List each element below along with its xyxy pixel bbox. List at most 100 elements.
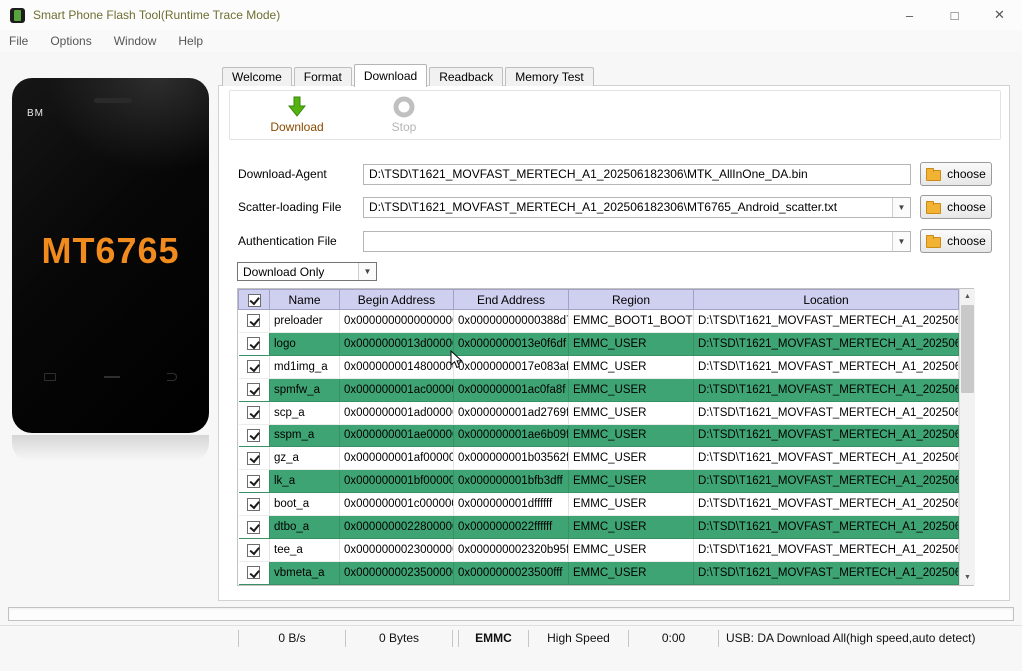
row-checkbox[interactable] [247,314,261,328]
partition-table-body: preloader 0x0000000000000000 0x000000000… [238,309,959,586]
row-checkbox[interactable] [247,520,261,534]
row-checkbox[interactable] [247,360,261,374]
scroll-up-button[interactable]: ▲ [960,289,975,304]
row-checkbox[interactable] [247,543,261,557]
table-row[interactable]: lk_a 0x000000001bf00000 0x000000001bfb3d… [238,469,959,494]
table-row[interactable]: md1img_a 0x0000000014800000 0x0000000017… [238,355,959,379]
cell-end-address: 0x000000001bfb3dff [453,469,569,494]
row-checkbox[interactable] [247,474,261,488]
menu-file[interactable]: File [0,34,39,48]
minimize-button[interactable]: – [887,0,932,30]
phone-nav-buttons [12,373,209,381]
cell-location: D:\TSD\T1621_MOVFAST_MERTECH_A1_202506..… [693,355,959,379]
chevron-down-icon: ▼ [358,263,376,280]
scatter-file-choose-button[interactable]: choose [920,195,992,219]
table-row[interactable]: boot_a 0x000000001c000000 0x000000001dff… [238,492,959,517]
cell-end-address: 0x0000000017e083af [453,355,569,379]
cell-name: preloader [269,309,340,333]
row-checkbox[interactable] [247,451,261,465]
cell-location: D:\TSD\T1621_MOVFAST_MERTECH_A1_202506..… [693,378,959,402]
choose-button-label: choose [947,234,986,248]
cell-location: D:\TSD\T1621_MOVFAST_MERTECH_A1_202506..… [693,332,959,356]
title-bar: Smart Phone Flash Tool(Runtime Trace Mod… [0,0,1022,30]
row-checkbox[interactable] [247,566,261,580]
row-checkbox[interactable] [247,497,261,511]
table-row[interactable]: spmfw_a 0x000000001ac00000 0x000000001ac… [238,378,959,402]
tab-label: Download [363,68,418,83]
cell-name: sspm_a [269,424,340,448]
chevron-down-icon[interactable]: ▼ [892,231,910,251]
row-checkbox[interactable] [247,406,261,420]
auth-file-combobox[interactable]: ▼ [363,230,911,252]
folder-icon [926,167,942,181]
table-row[interactable]: dtbo_a 0x0000000022800000 0x0000000022ff… [238,515,959,540]
tab-label: Memory Test [515,70,584,84]
auth-file-row: Authentication File ▼ choose [238,229,992,253]
menu-window[interactable]: Window [103,34,168,48]
table-row[interactable]: preloader 0x0000000000000000 0x000000000… [238,309,959,333]
status-usb-mode: USB: DA Download All(high speed,auto det… [718,630,1022,647]
window-title: Smart Phone Flash Tool(Runtime Trace Mod… [33,8,281,22]
cell-location: D:\TSD\T1621_MOVFAST_MERTECH_A1_202506..… [693,492,959,517]
cell-begin-address: 0x000000001af00000 [339,446,454,471]
stop-button[interactable]: Stop [378,95,430,134]
cell-begin-address: 0x000000001ad00000 [339,401,454,425]
download-agent-input[interactable] [363,163,911,185]
cell-name: spmfw_a [269,378,340,402]
menu-help[interactable]: Help [167,34,214,48]
table-row[interactable]: scp_a 0x000000001ad00000 0x000000001ad27… [238,401,959,425]
chevron-down-icon[interactable]: ▼ [892,197,910,217]
cell-name: md1img_a [269,355,340,379]
phone-back-icon [167,373,177,381]
cell-location: D:\TSD\T1621_MOVFAST_MERTECH_A1_202506..… [693,401,959,425]
folder-icon [926,234,942,248]
scroll-down-button[interactable]: ▼ [960,570,975,585]
close-button[interactable]: ✕ [977,0,1022,30]
status-spacer [0,630,238,647]
tab-welcome[interactable]: Welcome [222,67,292,86]
column-header-begin-address: Begin Address [339,289,454,310]
cell-end-address: 0x000000001ad2769f [453,401,569,425]
table-row[interactable]: vbmeta_a 0x0000000023500000 0x0000000023… [238,561,959,586]
scatter-file-combobox[interactable]: D:\TSD\T1621_MOVFAST_MERTECH_A1_20250618… [363,196,911,218]
scrollbar-thumb[interactable] [961,305,974,393]
download-tab-panel: Download Stop Download-Agent choose Scat… [218,85,1010,601]
column-header-region: Region [568,289,694,310]
menu-options[interactable]: Options [39,34,102,48]
cell-location: D:\TSD\T1621_MOVFAST_MERTECH_A1_202506..… [693,538,959,562]
scatter-file-label: Scatter-loading File [238,200,342,214]
cell-begin-address: 0x0000000022800000 [339,515,454,540]
tab-format[interactable]: Format [293,67,352,86]
download-agent-choose-button[interactable]: choose [920,162,992,186]
row-checkbox[interactable] [247,383,261,397]
table-header-row: Name Begin Address End Address Region Lo… [238,289,959,310]
auth-file-choose-button[interactable]: choose [920,229,992,253]
download-mode-select[interactable]: Download Only ▼ [237,262,377,281]
cell-end-address: 0x0000000023500fff [453,561,569,586]
row-checkbox[interactable] [247,428,261,442]
cell-begin-address: 0x0000000000000000 [339,309,454,333]
window-controls: – □ ✕ [887,0,1022,30]
tab-readback[interactable]: Readback [429,67,504,86]
download-button[interactable]: Download [264,95,330,134]
table-row[interactable]: sspm_a 0x000000001ae00000 0x000000001ae6… [238,424,959,448]
table-scrollbar[interactable]: ▲ ▼ [959,289,975,585]
tab-label: Format [303,70,342,84]
phone-reflection [12,435,209,461]
table-row[interactable]: logo 0x0000000013d00000 0x0000000013e0f6… [238,332,959,356]
tab-download[interactable]: Download [353,64,428,87]
cell-region: EMMC_USER [568,332,694,356]
table-row[interactable]: tee_a 0x0000000023000000 0x000000002320b… [238,538,959,562]
cell-begin-address: 0x0000000013d00000 [339,332,454,356]
cell-location: D:\TSD\T1621_MOVFAST_MERTECH_A1_202506..… [693,515,959,540]
select-all-checkbox[interactable] [247,293,261,307]
scatter-file-row: Scatter-loading File D:\TSD\T1621_MOVFAS… [238,195,992,219]
maximize-button[interactable]: □ [932,0,977,30]
mouse-cursor [450,350,463,369]
tab-memory-test[interactable]: Memory Test [505,67,594,86]
row-checkbox[interactable] [247,337,261,351]
table-row[interactable]: gz_a 0x000000001af00000 0x000000001b0356… [238,446,959,471]
scatter-file-value: D:\TSD\T1621_MOVFAST_MERTECH_A1_20250618… [369,200,838,214]
cell-begin-address: 0x0000000014800000 [339,355,454,379]
cell-region: EMMC_USER [568,538,694,562]
